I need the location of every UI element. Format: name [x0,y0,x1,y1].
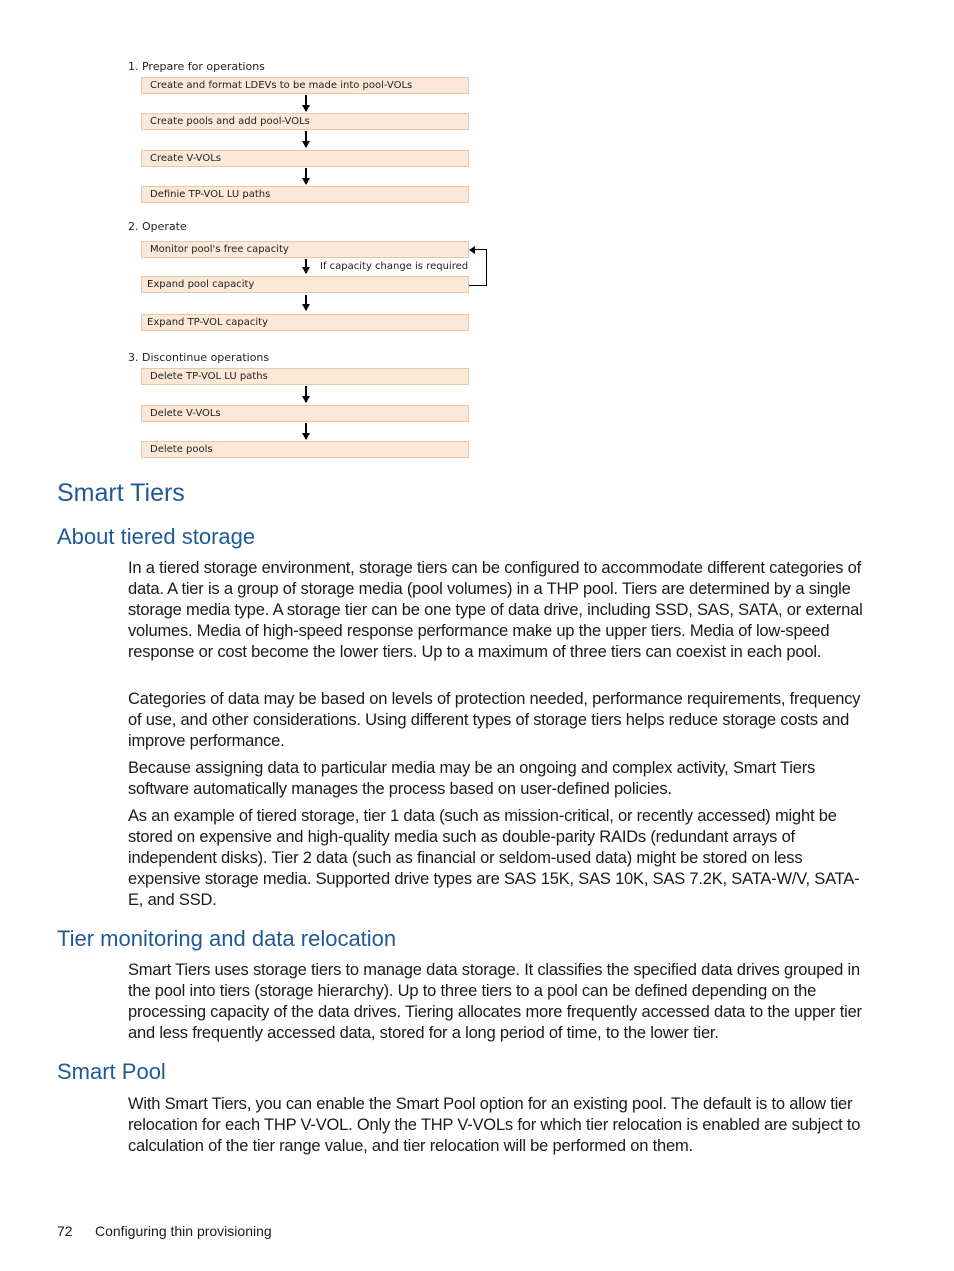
down-arrow-icon [302,423,310,440]
flow-box-expand-tpvol: Expand TP-VOL capacity [141,314,469,331]
loop-line-vertical [486,249,487,286]
down-arrow-icon [302,259,310,274]
section-title: Smart Tiers [57,479,185,507]
paragraph: Categories of data may be based on level… [128,690,861,750]
flow-box-create-pools: Create pools and add pool-VOLs [141,113,469,130]
down-arrow-icon [302,95,310,112]
flow-box-delete-vvols: Delete V-VOLs [141,405,469,422]
page-footer: 72 Configuring thin provisioning [57,1223,272,1239]
thin-provisioning-workflow-diagram: 1. Prepare for operations Create and for… [0,0,954,470]
step-heading-prepare: 1. Prepare for operations [128,60,265,73]
paragraph: Smart Tiers uses storage tiers to manage… [128,961,862,1042]
loop-line-top [474,249,487,250]
loop-line-bottom [469,285,487,286]
down-arrow-icon [302,131,310,148]
left-arrow-icon [469,246,475,254]
flow-box-create-ldevs: Create and format LDEVs to be made into … [141,77,469,94]
step-heading-operate: 2. Operate [128,220,187,233]
paragraph: In a tiered storage environment, storage… [128,559,863,661]
flow-box-define-lu-paths: Definie TP-VOL LU paths [141,186,469,203]
down-arrow-icon [302,386,310,403]
loop-condition-note: If capacity change is required [320,261,469,272]
subsection-title-about-tiered-storage: About tiered storage [57,524,256,549]
flow-box-monitor-capacity: Monitor pool's free capacity [141,241,469,258]
flow-box-create-vvols: Create V-VOLs [141,150,469,167]
subsection-title-smart-pool: Smart Pool [57,1059,166,1084]
flow-box-delete-lu-paths: Delete TP-VOL LU paths [141,368,469,385]
down-arrow-icon [302,295,310,311]
flow-box-delete-pools: Delete pools [141,441,469,458]
flow-box-expand-pool: Expand pool capacity [141,276,469,293]
paragraph: As an example of tiered storage, tier 1 … [128,807,860,909]
paragraph: With Smart Tiers, you can enable the Sma… [128,1095,861,1155]
chapter-title: Configuring thin provisioning [95,1223,272,1239]
paragraph: Because assigning data to particular med… [128,759,816,798]
step-heading-discontinue: 3. Discontinue operations [128,351,270,364]
down-arrow-icon [302,168,310,185]
subsection-title-tier-monitoring: Tier monitoring and data relocation [57,926,397,951]
page-number: 72 [57,1223,73,1239]
